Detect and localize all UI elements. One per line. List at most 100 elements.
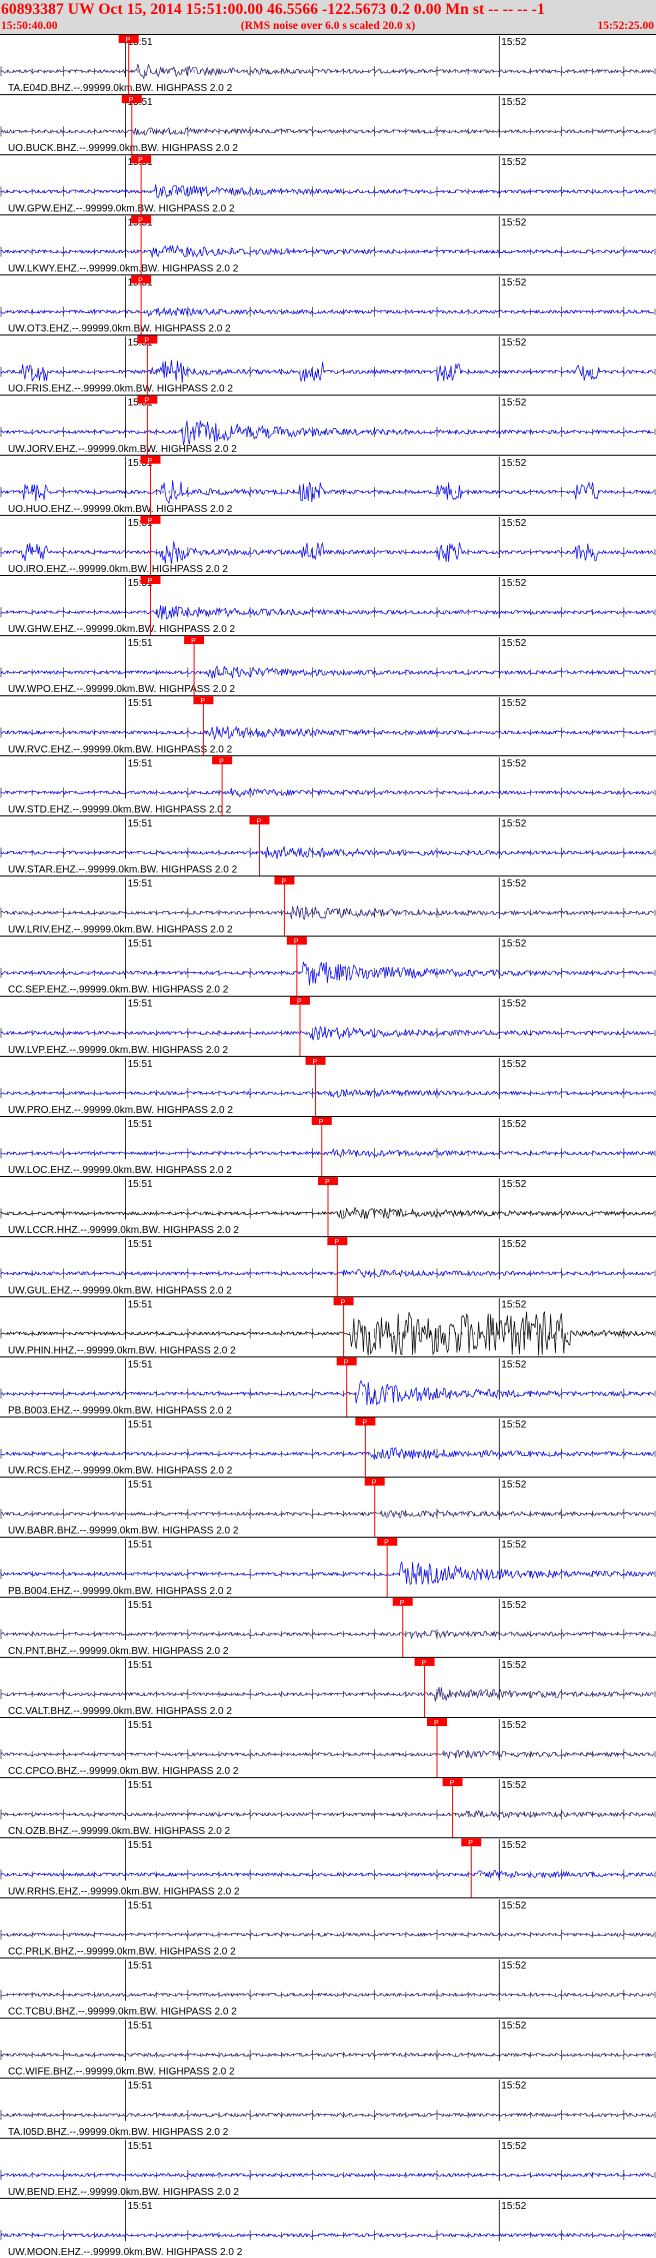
minute-label: 15:52	[501, 1780, 526, 1791]
minute-label: 15:52	[501, 2021, 526, 2032]
pick-label: P	[400, 1600, 405, 1607]
station-label: CC.PRLK.BHZ.--.99999.0km.BW. HIGHPASS 2.…	[8, 1946, 236, 1957]
trace-row: 15:5115:52UO.FRIS.EHZ.--.99999.0km.BW. H…	[0, 334, 656, 395]
trace-row: 15:51 15:52 CN.PNT.BHZ.--.99999.0km.BW. HI…	[0, 1596, 656, 1657]
minute-label: 15:52	[501, 157, 526, 168]
plot-header: 60893387 UW Oct 15, 2014 15:51:00.00 46.…	[0, 0, 656, 34]
pick-label: P	[126, 37, 131, 44]
minute-label: 15:51	[128, 1299, 153, 1310]
trace-row: 15:51 15:52 UW.LOC.EHZ.--.99999.0km.BW. HI…	[0, 1115, 656, 1177]
station-label: UW.LVP.EHZ.--.99999.0km.BW. HIGHPASS 2.0…	[8, 1045, 229, 1056]
pick-label: P	[138, 217, 143, 224]
waveform-trace	[0, 306, 654, 318]
pick-label: P	[144, 398, 149, 405]
minute-label: 15:52	[501, 1359, 526, 1370]
waveform-trace	[0, 2172, 654, 2178]
station-label: UW.LRIV.EHZ.--.99999.0km.BW. HIGHPASS 2.…	[8, 925, 233, 936]
minute-label: 15:52	[501, 398, 526, 409]
station-label: CC.WIFE.BHZ.--.99999.0km.BW. HIGHPASS 2.…	[8, 2067, 235, 2078]
pick-label: P	[147, 578, 152, 585]
minute-label: 15:52	[501, 1119, 526, 1130]
station-label: TA.I05D.BHZ.--.99999.0km.BW. HIGHPASS 2.…	[8, 2127, 229, 2138]
pick-label: P	[256, 818, 261, 825]
scaling-note: (RMS noise over 6.0 s scaled 20.0 x)	[240, 20, 416, 32]
trace-row: 15:5115:52UW.LKWY.EHZ.--.99999.0km.BW. H…	[0, 214, 656, 275]
pick-label: P	[219, 758, 224, 765]
station-label: UW.RCS.EHZ.--.99999.0km.BW. HIGHPASS 2.0…	[8, 1466, 233, 1477]
waveform-trace	[0, 1630, 655, 1640]
pick-label: P	[384, 1540, 389, 1547]
waveform-trace	[0, 846, 655, 859]
waveform-trace	[0, 127, 654, 136]
pick-label: P	[450, 1780, 455, 1787]
waveform-trace	[0, 961, 654, 986]
station-label: CC.SEP.EHZ.--.99999.0km.BW. HIGHPASS 2.0…	[8, 985, 229, 996]
trace-row: 15:51 15:52 TA.I05D.BHZ.--.99999.0km.BW. H…	[0, 2077, 656, 2138]
station-label: UO.IRO.EHZ.--.99999.0km.BW. HIGHPASS 2.0…	[8, 564, 228, 575]
waveform-trace	[0, 665, 654, 679]
trace-row: 15:51 15:52 UW.WPO.EHZ.--.99999.0km.BW. HI…	[0, 635, 656, 696]
pick-label: P	[372, 1480, 377, 1487]
minute-label: 15:52	[501, 1960, 526, 1971]
trace-row: 15:51 15:52 CC.TCBU.BHZ.--.99999.0km.BW. H…	[0, 1957, 656, 2018]
minute-label: 15:51	[128, 818, 153, 829]
minute-label: 15:51	[128, 758, 153, 769]
minute-label: 15:52	[501, 2201, 526, 2212]
waveform-trace	[0, 1509, 655, 1519]
minute-label: 15:52	[501, 939, 526, 950]
waveform-trace	[0, 1870, 654, 1879]
station-label: UW.OT3.EHZ.--.99999.0km.BW. HIGHPASS 2.0…	[8, 324, 231, 335]
trace-row: 15:51 15:52 PB.B004.EHZ.--.99999.0km.BW. H…	[0, 1536, 656, 1597]
waveform-trace	[0, 1992, 654, 1998]
waveform-trace	[0, 480, 655, 505]
station-label: UW.PHIN.HHZ.--.99999.0km.BW. HIGHPASS 2.…	[8, 1345, 236, 1356]
waveform-trace	[0, 788, 655, 798]
minute-label: 15:52	[501, 1299, 526, 1310]
pick-label: P	[325, 1179, 330, 1186]
waveform-trace	[0, 1560, 655, 1586]
minute-label: 15:52	[501, 999, 526, 1010]
waveform-trace	[0, 541, 654, 565]
station-label: UW.STAR.EHZ.--.99999.0km.BW. HIGHPASS 2.…	[8, 865, 238, 876]
trace-row: 15:51 15:52 UW.BABR.BHZ.--.99999.0km.BW. H…	[0, 1476, 656, 1537]
station-label: UW.WPO.EHZ.--.99999.0km.BW. HIGHPASS 2.0…	[8, 684, 236, 695]
trace-row: 15:5115:52UW.JORV.EHZ.--.99999.0km.BW. H…	[0, 394, 656, 455]
waveform-trace	[0, 1025, 654, 1041]
trace-row: 15:51 15:52 UW.LVP.EHZ.--.99999.0km.BW. HI…	[0, 995, 656, 1056]
trace-row: 15:51 15:52 CC.PRLK.BHZ.--.99999.0km.BW. H…	[0, 1897, 656, 1957]
station-label: UW.LCCR.HHZ.--.99999.0km.BW. HIGHPASS 2.…	[8, 1225, 239, 1236]
station-label: UW.GHW.EHZ.--.99999.0km.BW. HIGHPASS 2.0…	[8, 624, 236, 635]
station-label: PB.B004.EHZ.--.99999.0km.BW. HIGHPASS 2.…	[8, 1586, 232, 1597]
station-label: UW.LKWY.EHZ.--.99999.0km.BW. HIGHPASS 2.…	[8, 263, 239, 274]
trace-row: 15:51 15:52 CC.CPCO.BHZ.--.99999.0km.BW. H…	[0, 1717, 656, 1778]
minute-label: 15:51	[128, 638, 153, 649]
station-label: UW.BEND.EHZ.--.99999.0km.BW. HIGHPASS 2.…	[8, 2187, 239, 2198]
minute-label: 15:51	[128, 939, 153, 950]
pick-label: P	[138, 157, 143, 164]
minute-label: 15:52	[501, 1900, 526, 1911]
trace-row: 15:51 15:52 UW.BEND.EHZ.--.99999.0km.BW. H…	[0, 2137, 656, 2198]
station-label: UW.LOC.EHZ.--.99999.0km.BW. HIGHPASS 2.0…	[8, 1165, 232, 1176]
minute-label: 15:51	[128, 2201, 153, 2212]
station-label: CN.OZB.BHZ.--.99999.0km.BW. HIGHPASS 2.0…	[8, 1826, 231, 1837]
waveform-trace	[0, 1809, 655, 1819]
minute-label: 15:52	[501, 818, 526, 829]
trace-row: 15:51 15:52UW.GHW.EHZ.--.99999.0km.BW. HI…	[0, 574, 656, 636]
waveform-trace	[0, 1379, 655, 1406]
pick-label: P	[147, 518, 152, 525]
waveform-trace	[0, 1447, 655, 1461]
minute-label: 15:51	[128, 2021, 153, 2032]
pick-label: P	[200, 698, 205, 705]
station-label: UW.STD.EHZ.--.99999.0km.BW. HIGHPASS 2.0…	[8, 804, 232, 815]
minute-label: 15:51	[128, 698, 153, 709]
pick-label: P	[138, 277, 143, 284]
trace-row: 15:51 15:52UO.IRO.EHZ.--.99999.0km.BW. HI…	[0, 514, 656, 575]
minute-label: 15:52	[501, 458, 526, 469]
minute-label: 15:52	[501, 277, 526, 288]
minute-label: 15:51	[128, 1840, 153, 1851]
event-title: 60893387 UW Oct 15, 2014 15:51:00.00 46.…	[1, 1, 545, 18]
station-label: CC.VALT.BHZ.--.99999.0km.BW. HIGHPASS 2.…	[8, 1706, 232, 1717]
trace-row: 15:51 15:52 UW.RRHS.EHZ.--.99999.0km.BW. H…	[0, 1837, 656, 1898]
pick-label: P	[129, 97, 134, 104]
minute-label: 15:51	[128, 999, 153, 1010]
